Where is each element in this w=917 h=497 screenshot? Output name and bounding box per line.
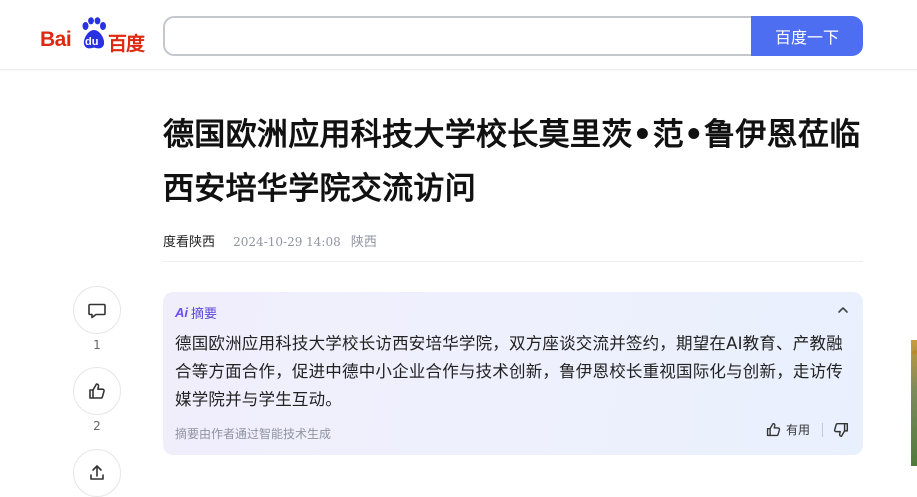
thumbs-down-icon[interactable] xyxy=(832,421,850,439)
summary-note: 摘要由作者通过智能技术生成 xyxy=(175,427,332,441)
author-name[interactable]: 度看陕西 xyxy=(163,235,215,250)
like-count: 2 xyxy=(93,419,101,433)
logo-latin-text: Bai xyxy=(40,28,72,51)
summary-text: 德国欧洲应用科技大学校长访西安培华学院，双方座谈交流并签约，期望在AI教育、产教… xyxy=(175,334,843,409)
thumbs-up-icon xyxy=(766,422,781,437)
publish-time: 2024-10-29 14:08 xyxy=(233,235,341,249)
baidu-logo[interactable]: Bai du 百度 xyxy=(40,17,145,55)
share-button[interactable] xyxy=(73,449,121,497)
comment-button[interactable] xyxy=(73,286,121,334)
ai-summary-badge: Ai 摘要 xyxy=(175,303,217,322)
logo-paw-text: du xyxy=(85,36,99,48)
useful-label: 有用 xyxy=(786,423,811,437)
feedback-divider xyxy=(822,423,823,437)
side-image-thumbnail[interactable] xyxy=(911,340,917,466)
top-header: Bai du 百度 百度一下 xyxy=(0,0,917,70)
search-button[interactable]: 百度一下 xyxy=(751,16,863,56)
summary-label: 摘要 xyxy=(191,307,218,322)
side-image-dot xyxy=(912,350,917,355)
logo-chinese-text: 百度 xyxy=(108,33,145,55)
article-title: 德国欧洲应用科技大学校长莫里茨•范•鲁伊恩莅临西安培华学院交流访问 xyxy=(163,117,861,207)
meta-divider xyxy=(163,261,863,262)
ai-logo-icon: Ai xyxy=(175,305,188,320)
summary-useful-button[interactable]: 有用 xyxy=(765,421,810,438)
thumbs-up-icon xyxy=(89,383,105,399)
like-button[interactable] xyxy=(73,367,121,415)
share-icon xyxy=(90,465,104,480)
chevron-up-icon[interactable] xyxy=(835,302,851,318)
ai-summary-card: Ai 摘要 德国欧洲应用科技大学校长访西安培华学院，双方座谈交流并签约，期望在A… xyxy=(163,292,863,455)
comment-count: 1 xyxy=(93,338,101,352)
search-input[interactable] xyxy=(163,16,755,56)
publish-location: 陕西 xyxy=(350,235,377,250)
article-meta: 度看陕西 2024-10-29 14:08 陕西 xyxy=(163,231,377,250)
comment-icon xyxy=(88,303,106,319)
